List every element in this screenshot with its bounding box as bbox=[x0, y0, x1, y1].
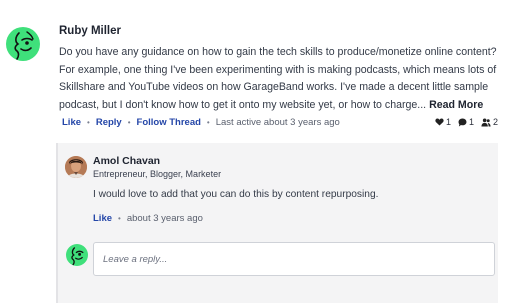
amol-chavan-avatar[interactable] bbox=[65, 156, 87, 178]
face-line-art-icon bbox=[14, 31, 34, 60]
likes-stat[interactable]: 1 bbox=[435, 117, 451, 127]
speech-bubble-icon bbox=[458, 118, 467, 126]
followers-stat[interactable]: 2 bbox=[481, 117, 498, 127]
face-line-art-icon bbox=[71, 247, 84, 266]
reply-body: I would love to add that you can do this… bbox=[93, 189, 379, 200]
separator-dot: • bbox=[206, 118, 210, 127]
comments-stat[interactable]: 1 bbox=[458, 117, 474, 127]
read-more-link[interactable]: Read More bbox=[429, 99, 483, 111]
reply-author-name[interactable]: Amol Chavan bbox=[93, 155, 160, 167]
followers-count: 2 bbox=[492, 117, 498, 127]
comment-body: Do you have any guidance on how to gain … bbox=[59, 44, 503, 114]
heart-icon bbox=[435, 118, 444, 126]
last-active-timestamp: Last active about 3 years ago bbox=[215, 117, 340, 128]
reply-author-title: Entrepreneur, Blogger, Marketer bbox=[93, 169, 222, 179]
likes-count: 1 bbox=[445, 117, 451, 127]
leave-reply-input[interactable] bbox=[93, 242, 495, 276]
follow-thread-link[interactable]: Follow Thread bbox=[137, 117, 201, 128]
current-user-avatar bbox=[66, 244, 88, 266]
comment-actions: Like • Reply • Follow Thread • Last acti… bbox=[62, 117, 340, 128]
people-icon bbox=[481, 118, 491, 126]
separator-dot: • bbox=[118, 214, 121, 223]
comment-author-name[interactable]: Ruby Miller bbox=[59, 25, 121, 37]
reply-timestamp: about 3 years ago bbox=[126, 213, 203, 224]
reply-link[interactable]: Reply bbox=[96, 117, 122, 128]
like-link[interactable]: Like bbox=[62, 117, 81, 128]
separator-dot: • bbox=[87, 118, 90, 127]
reply-actions: Like • about 3 years ago bbox=[93, 213, 203, 224]
ruby-miller-avatar[interactable] bbox=[6, 27, 40, 61]
comment-stats: 1 1 2 bbox=[431, 117, 498, 127]
separator-dot: • bbox=[127, 118, 131, 127]
profile-photo-icon bbox=[65, 156, 87, 178]
reply-like-link[interactable]: Like bbox=[93, 213, 112, 224]
comments-count: 1 bbox=[468, 117, 474, 127]
discussion-thread: Ruby Miller Do you have any guidance on … bbox=[0, 0, 512, 305]
